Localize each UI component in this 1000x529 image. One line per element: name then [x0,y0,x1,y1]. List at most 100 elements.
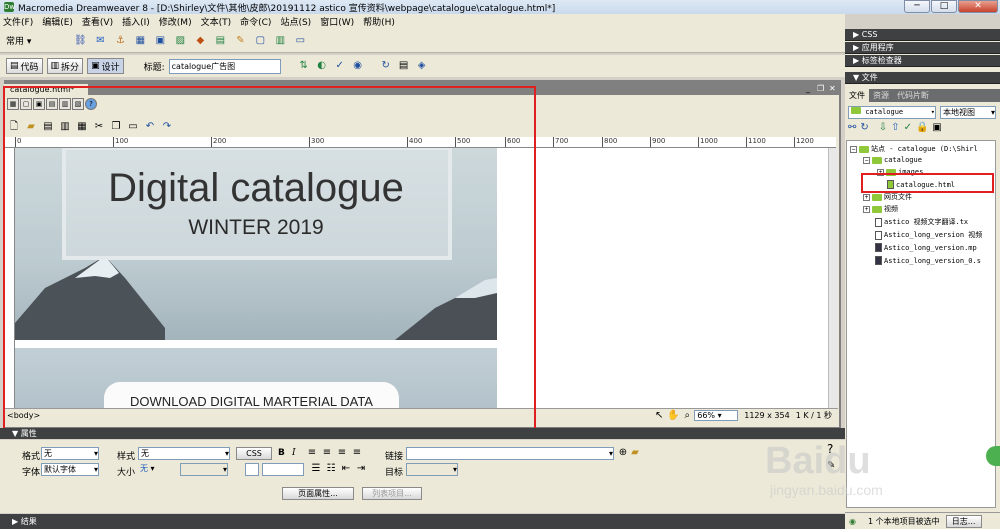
head-icon[interactable]: ▢ [253,34,267,48]
tab-files[interactable]: 文件 [845,89,869,102]
design-canvas[interactable]: Digital catalogue WINTER 2019 DOWNLOAD D… [15,148,828,408]
select-tool-icon[interactable]: ↖ [652,409,666,423]
catalogue-hero-image[interactable]: Digital catalogue WINTER 2019 [15,148,497,340]
align-right-icon[interactable]: ≡ [335,446,349,460]
check-out-icon[interactable]: ✓ [904,122,912,133]
debug-icon[interactable]: ✓ [333,59,347,73]
log-button[interactable]: 日志... [945,514,982,528]
menu-window[interactable]: 窗口(W) [320,15,354,28]
date-icon[interactable]: ▤ [213,34,227,48]
expand-panel-icon[interactable]: ▣ [932,122,941,133]
layout-expand-icon[interactable]: ▥ [59,98,71,110]
indent-icon[interactable]: ⇥ [354,462,368,476]
css-button[interactable]: CSS [236,447,272,460]
redo-icon[interactable]: ↷ [160,120,174,134]
print-icon[interactable]: ▦ [75,120,89,134]
save-all-icon[interactable]: ▥ [58,120,72,134]
copy-icon[interactable]: ❐ [109,120,123,134]
menu-edit[interactable]: 编辑(E) [42,15,73,28]
tree-item[interactable]: + images [877,168,923,176]
layout-mode-icon[interactable]: ▧ [72,98,84,110]
browse-folder-icon[interactable]: ▰ [628,446,642,460]
menu-commands[interactable]: 命令(C) [240,15,271,28]
menu-view[interactable]: 查看(V) [82,15,113,28]
menu-file[interactable]: 文件(F) [3,15,33,28]
paste-icon[interactable]: ▭ [126,120,140,134]
align-center-icon[interactable]: ≡ [320,446,334,460]
maximize-button[interactable]: □ [931,0,957,13]
size-select[interactable]: 无 ▾ [138,463,175,476]
close-button[interactable]: ✕ [958,0,998,13]
justify-icon[interactable]: ≡ [350,446,364,460]
menu-insert[interactable]: 插入(I) [122,15,150,28]
app-panel-header[interactable]: ▶ 应用程序 [845,42,1000,54]
collapse-icon[interactable]: − [850,145,857,153]
italic-button[interactable]: I [292,448,296,458]
align-left-icon[interactable]: ≡ [305,446,319,460]
menu-text[interactable]: 文本(T) [201,15,232,28]
hyperlink-icon[interactable]: ⛓ [73,34,87,48]
doc-restore-icon[interactable]: ❐ [817,84,824,93]
outdent-icon[interactable]: ⇤ [339,462,353,476]
doc-close-icon[interactable]: ✕ [829,84,836,93]
download-button[interactable]: DOWNLOAD DIGITAL MARTERIAL DATA [104,382,399,408]
tree-item[interactable]: Astico_long_version_0.s [875,256,981,265]
layer-icon[interactable]: ▣ [153,34,167,48]
save-icon[interactable]: ▤ [41,120,55,134]
view-options-icon[interactable]: ▤ [397,59,411,73]
properties-header[interactable]: ▼ 属性 [0,428,845,439]
tree-item[interactable]: − 站点 - catalogue (D:\Shirl [850,144,978,154]
results-bar[interactable]: ▶ 结果 [0,514,845,529]
tree-item-selected[interactable]: catalogue.html [887,180,955,189]
open-folder-icon[interactable]: ▰ [24,120,38,134]
hand-tool-icon[interactable]: ✋ [666,409,680,423]
comment-icon[interactable]: ✎ [233,34,247,48]
document-tab[interactable]: catalogue.html* [4,84,88,95]
window-size[interactable]: 1129 x 354 [744,411,789,420]
expand-icon[interactable]: + [863,205,870,213]
put-files-icon[interactable]: ⇧ [891,122,899,133]
layout-table-icon[interactable]: ▦ [7,98,19,110]
side-badge[interactable] [986,446,1000,466]
named-anchor-icon[interactable]: ⚓ [113,34,127,48]
cut-icon[interactable]: ✂ [92,120,106,134]
preview-browser-icon[interactable]: ◐ [315,59,329,73]
refresh-icon[interactable]: ↻ [379,59,393,73]
expand-icon[interactable]: + [877,168,884,176]
size-unit-select[interactable]: ▾ [180,463,228,476]
layout-help-icon[interactable]: ? [85,98,97,110]
tag-chooser-icon[interactable]: ▭ [293,34,307,48]
new-file-icon[interactable]: 🗋 [7,120,21,134]
layout-cell-icon[interactable]: ▢ [20,98,32,110]
list-item-button[interactable]: 列表项目... [362,487,422,500]
visual-aids-icon[interactable]: ◈ [415,59,429,73]
minimize-button[interactable]: ─ [904,0,930,13]
menu-modify[interactable]: 修改(M) [159,15,192,28]
design-view-button[interactable]: ▣ 设计 [87,58,124,74]
insert-category-select[interactable]: 常用 ▾ [6,34,31,47]
code-view-button[interactable]: ▤ 代码 [6,58,43,74]
tree-item[interactable]: − catalogue [863,156,922,164]
vertical-scrollbar[interactable] [828,148,838,408]
bold-button[interactable]: B [278,448,285,458]
tag-inspector-header[interactable]: ▶ 标签检查器 [845,55,1000,67]
connect-icon[interactable]: ⚯ [848,122,856,133]
site-select[interactable]: catalogue ▾ [848,106,936,119]
zoom-select[interactable]: 66% ▾ [694,410,739,421]
tree-item[interactable]: + 视频 [863,204,898,214]
tree-item[interactable]: Astico_long_version 视频 [875,230,982,240]
globe-icon[interactable]: ◉ [351,59,365,73]
format-select[interactable]: 无 ▾ [41,447,99,460]
media-icon[interactable]: ◆ [193,34,207,48]
css-panel-header[interactable]: ▶ CSS [845,29,1000,41]
color-input[interactable] [262,463,304,476]
link-input[interactable]: ▾ [406,447,614,460]
refresh-files-icon[interactable]: ↻ [860,122,868,133]
tab-assets[interactable]: 资源 [869,89,893,102]
tree-item[interactable]: + 网页文件 [863,192,912,202]
tree-item[interactable]: astico 视频文字翻译.tx [875,217,968,227]
split-view-button[interactable]: ▥ 拆分 [46,58,84,74]
layout-layer-icon[interactable]: ▣ [33,98,45,110]
tree-item[interactable]: Astico_long_version.mp [875,243,977,252]
menu-help[interactable]: 帮助(H) [363,15,395,28]
